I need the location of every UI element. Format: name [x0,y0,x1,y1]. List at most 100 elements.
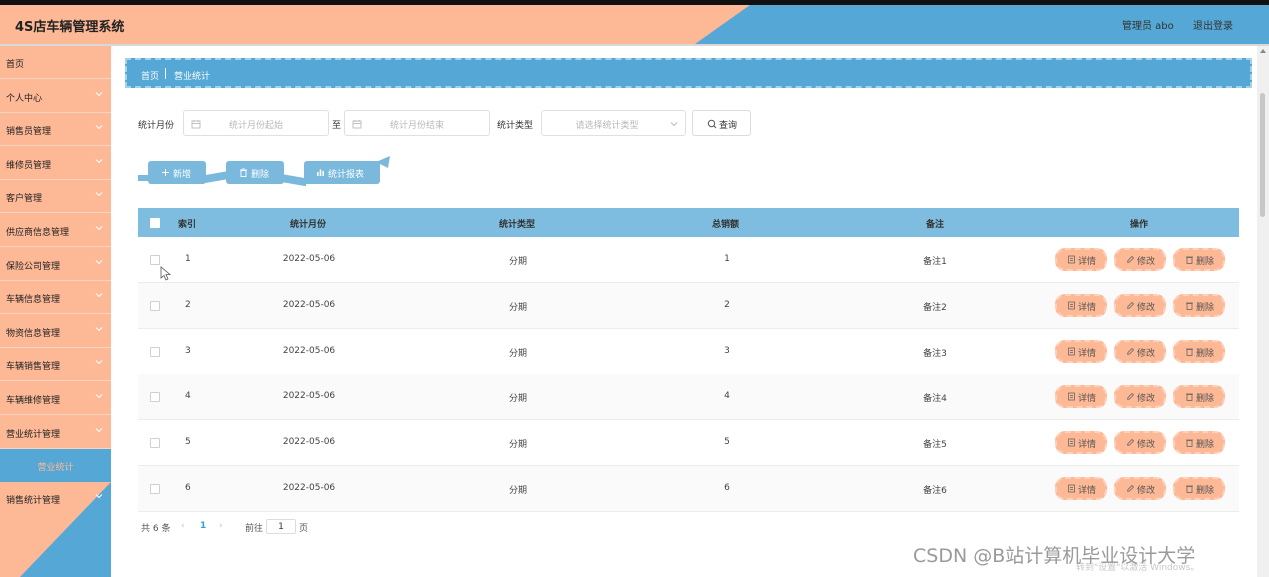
detail-button[interactable]: 详情 [1055,339,1107,363]
add-button[interactable]: 新增 [148,161,206,184]
sidebar-item-label: 维修员管理 [6,160,52,171]
detail-button[interactable]: 详情 [1055,385,1107,409]
document-icon [1067,301,1076,310]
sidebar-item-customer[interactable]: 客户管理 [0,180,111,214]
header-peach-diagonal [695,5,750,44]
edit-label: 修改 [1137,440,1156,451]
sidebar-item-supplier[interactable]: 供应商信息管理 [0,214,111,247]
edit-label: 修改 [1137,302,1156,313]
table-row: 3 2022-05-06 分期 3 备注3 详情 修改 删除 [138,329,1239,375]
logout-link[interactable]: 退出登录 [1193,17,1233,32]
chevron-down-icon [95,190,103,198]
document-icon [1067,255,1076,264]
delete-label: 删除 [1196,348,1215,359]
table-row: 2 2022-05-06 分期 2 备注2 详情 修改 删除 [138,282,1239,329]
type-select-placeholder: 请选择统计类型 [575,121,639,131]
sidebar-item-label: 销售统计管理 [6,496,61,506]
cell-index: 6 [185,483,191,493]
edit-icon [1126,484,1135,493]
breadcrumb: 首页 营业统计 [125,58,1252,88]
cell-type: 分期 [508,486,527,496]
delete-button[interactable]: 删除 [1173,477,1225,500]
cell-month: 2022-05-06 [282,483,336,493]
type-select[interactable]: 请选择统计类型 [541,110,686,136]
edit-button[interactable]: 修改 [1114,248,1166,271]
edit-button[interactable]: 修改 [1114,431,1166,455]
admin-user: 管理员 abo [1122,21,1174,32]
page-scrollbar[interactable] [1257,46,1269,577]
month-start-input[interactable]: 统计月份起始 [183,110,329,136]
row-checkbox[interactable] [150,484,160,494]
cell-type: 分期 [508,302,527,313]
delete-button[interactable]: 删除 [1173,431,1225,455]
cell-total: 6 [724,483,730,493]
document-icon [1067,484,1076,493]
detail-button[interactable]: 详情 [1055,248,1107,271]
delete-button[interactable]: 删除 [1173,293,1225,317]
sidebar-item-home[interactable]: 首页 [0,46,111,79]
trash-icon [1185,347,1194,356]
row-checkbox[interactable] [150,255,160,265]
cell-type: 分期 [508,394,527,405]
sidebar-item-business-stats[interactable]: 营业统计管理 [0,416,111,449]
sidebar-item-profile[interactable]: 个人中心 [0,80,111,113]
sidebar-item-label: 营业统计管理 [6,429,61,440]
query-button[interactable]: 查询 [692,110,751,136]
edit-icon [1126,392,1135,401]
select-all-checkbox[interactable] [150,218,160,228]
mouse-cursor-icon [160,266,172,281]
delete-button[interactable]: 删除 [1173,385,1225,409]
edit-button[interactable]: 修改 [1114,385,1166,409]
prev-page-icon[interactable]: ‹ [181,521,185,531]
month-end-input[interactable]: 统计月份结束 [344,110,490,136]
detail-label: 详情 [1078,348,1097,359]
report-button[interactable]: 统计报表 [304,161,380,184]
row-checkbox[interactable] [150,346,160,357]
cell-month: 2022-05-06 [282,391,336,402]
table-row: 1 2022-05-06 分期 1 备注1 详情 修改 删除 [138,237,1239,283]
cell-index: 1 [185,254,191,264]
sidebar-subitem-business-stats[interactable]: 营业统计 [0,449,111,482]
sidebar-item-label: 首页 [6,60,25,70]
sidebar-item-materials[interactable]: 物资信息管理 [0,315,111,348]
sidebar-item-label: 保险公司管理 [6,261,61,272]
scroll-up-icon[interactable] [1260,49,1266,53]
sidebar-item-sales-stats[interactable]: 销售统计管理 [0,482,111,515]
delete-button[interactable]: 删除 [1173,248,1225,271]
sidebar-item-label: 客户管理 [6,194,43,205]
detail-button[interactable]: 详情 [1055,431,1107,455]
page-number-current[interactable]: 1 [200,521,206,531]
batch-delete-button[interactable]: 删除 [226,161,284,184]
sidebar-item-label: 物资信息管理 [6,328,61,339]
edit-icon [1126,438,1135,447]
sidebar-item-repairer[interactable]: 维修员管理 [0,147,111,180]
chevron-down-icon [95,90,103,98]
sidebar-item-label: 车辆维修管理 [6,396,61,406]
breadcrumb-home[interactable]: 首页 [141,69,159,82]
row-checkbox[interactable] [150,300,160,311]
sidebar: 首页个人中心 销售员管理维修员管理客户管理供应商信息管理保险公司管理车辆信息管理物… [0,46,111,577]
edit-button[interactable]: 修改 [1114,293,1166,317]
trash-icon [1185,438,1194,448]
chevron-down-icon [95,291,103,299]
row-checkbox[interactable] [150,438,160,449]
detail-button[interactable]: 详情 [1055,293,1107,317]
delete-button[interactable]: 删除 [1173,339,1225,363]
edit-button[interactable]: 修改 [1114,477,1166,500]
goto-page-input[interactable]: 1 [266,519,296,534]
sidebar-item-salesperson[interactable]: 销售员管理 [0,113,111,147]
app-header: 4S店车辆管理系统 管理员 abo 退出登录 [0,5,1269,44]
next-page-icon[interactable]: › [219,521,223,531]
table-row: 6 2022-05-06 分期 6 备注6 详情 修改 删除 [138,466,1239,512]
sidebar-item-vehicle-repair[interactable]: 车辆维修管理 [0,382,111,415]
scrollbar-thumb[interactable] [1260,93,1265,217]
row-checkbox[interactable] [150,392,160,403]
col-header-actions: 操作 [1130,220,1149,230]
detail-button[interactable]: 详情 [1055,477,1107,500]
chevron-down-icon [95,358,103,366]
col-header-month: 统计月份 [290,220,327,230]
sidebar-item-vehicle-sales[interactable]: 车辆销售管理 [0,348,111,382]
sidebar-item-insurer[interactable]: 保险公司管理 [0,248,111,281]
edit-button[interactable]: 修改 [1114,339,1166,363]
sidebar-item-vehicle-info[interactable]: 车辆信息管理 [0,281,111,315]
